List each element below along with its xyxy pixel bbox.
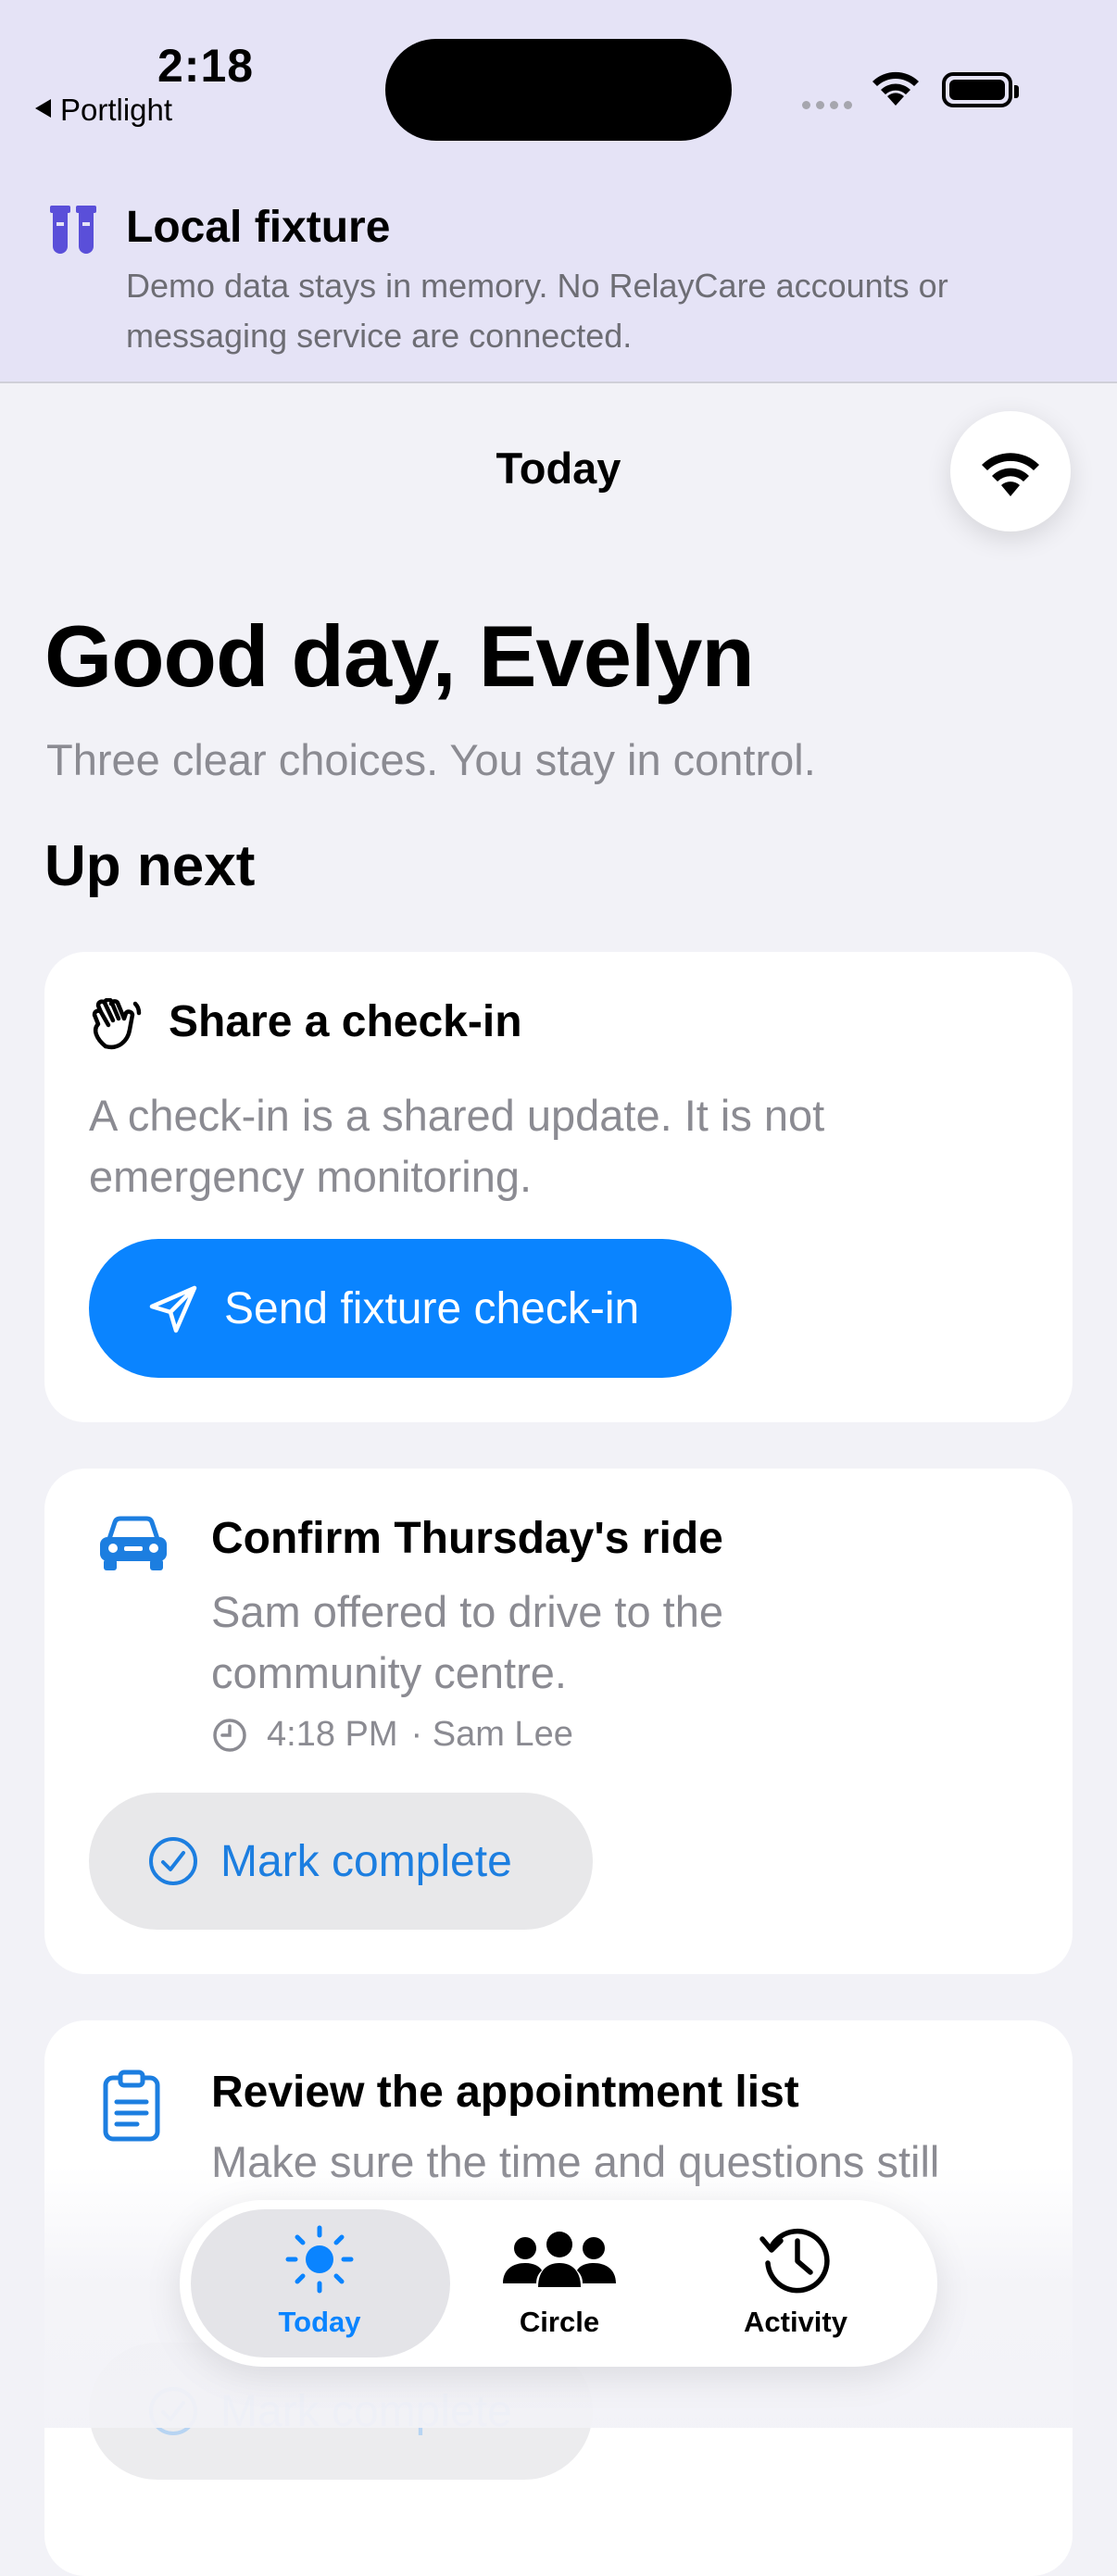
tab-circle-label: Circle — [519, 2306, 600, 2338]
clipboard-icon — [102, 2069, 161, 2147]
battery-icon — [942, 72, 1019, 107]
clock-history-icon — [759, 2228, 830, 2294]
dynamic-island — [385, 39, 732, 141]
mark-complete-label: Mark complete — [220, 1836, 512, 1886]
send-check-in-label: Send fixture check-in — [224, 1283, 640, 1333]
greeting-subtitle: Three clear choices. You stay in control… — [46, 735, 816, 784]
tab-activity[interactable]: Activity — [680, 2222, 911, 2352]
status-time: 2:18 — [157, 40, 255, 92]
car-icon — [96, 1513, 170, 1577]
clock-icon — [213, 1718, 246, 1752]
back-to-app-link[interactable]: Portlight — [35, 93, 172, 128]
status-wifi-icon — [869, 67, 922, 110]
waving-hand-icon — [89, 997, 144, 1057]
check-in-description: A check-in is a shared update. It is not… — [89, 1091, 825, 1201]
ride-title: Confirm Thursday's ride — [211, 1514, 723, 1563]
wifi-icon — [982, 453, 1039, 496]
section-title: Up next — [44, 834, 256, 898]
greeting-title: Good day, Evelyn — [44, 607, 755, 705]
checkmark-circle-icon — [149, 1837, 197, 1885]
tab-circle[interactable]: Circle — [444, 2222, 675, 2352]
connection-button[interactable] — [950, 411, 1071, 531]
tab-today[interactable]: Today — [204, 2222, 435, 2352]
ride-description: Sam offered to drive to the community ce… — [211, 1587, 724, 1697]
test-tubes-icon — [48, 204, 98, 264]
ride-meta: 4:18 PM · Sam Lee — [211, 1715, 573, 1755]
check-in-title: Share a check-in — [169, 997, 522, 1046]
mark-complete-button[interactable]: Mark complete — [89, 1793, 593, 1930]
signal-dots-icon — [802, 97, 858, 114]
fixture-title: Local fixture — [126, 203, 391, 252]
sun-icon — [285, 2225, 354, 2294]
ride-time: 4:18 PM — [267, 1715, 398, 1754]
send-check-in-button[interactable]: Send fixture check-in — [89, 1239, 732, 1378]
people-icon — [503, 2232, 616, 2287]
fixture-description: Demo data stays in memory. No RelayCare … — [126, 267, 948, 355]
back-triangle-icon — [35, 99, 51, 118]
paper-plane-icon — [149, 1285, 197, 1333]
appointment-title: Review the appointment list — [211, 2068, 799, 2117]
back-app-label: Portlight — [60, 93, 173, 127]
tab-today-label: Today — [278, 2306, 361, 2338]
ride-person: · Sam Lee — [410, 1715, 573, 1754]
tab-activity-label: Activity — [744, 2306, 847, 2338]
